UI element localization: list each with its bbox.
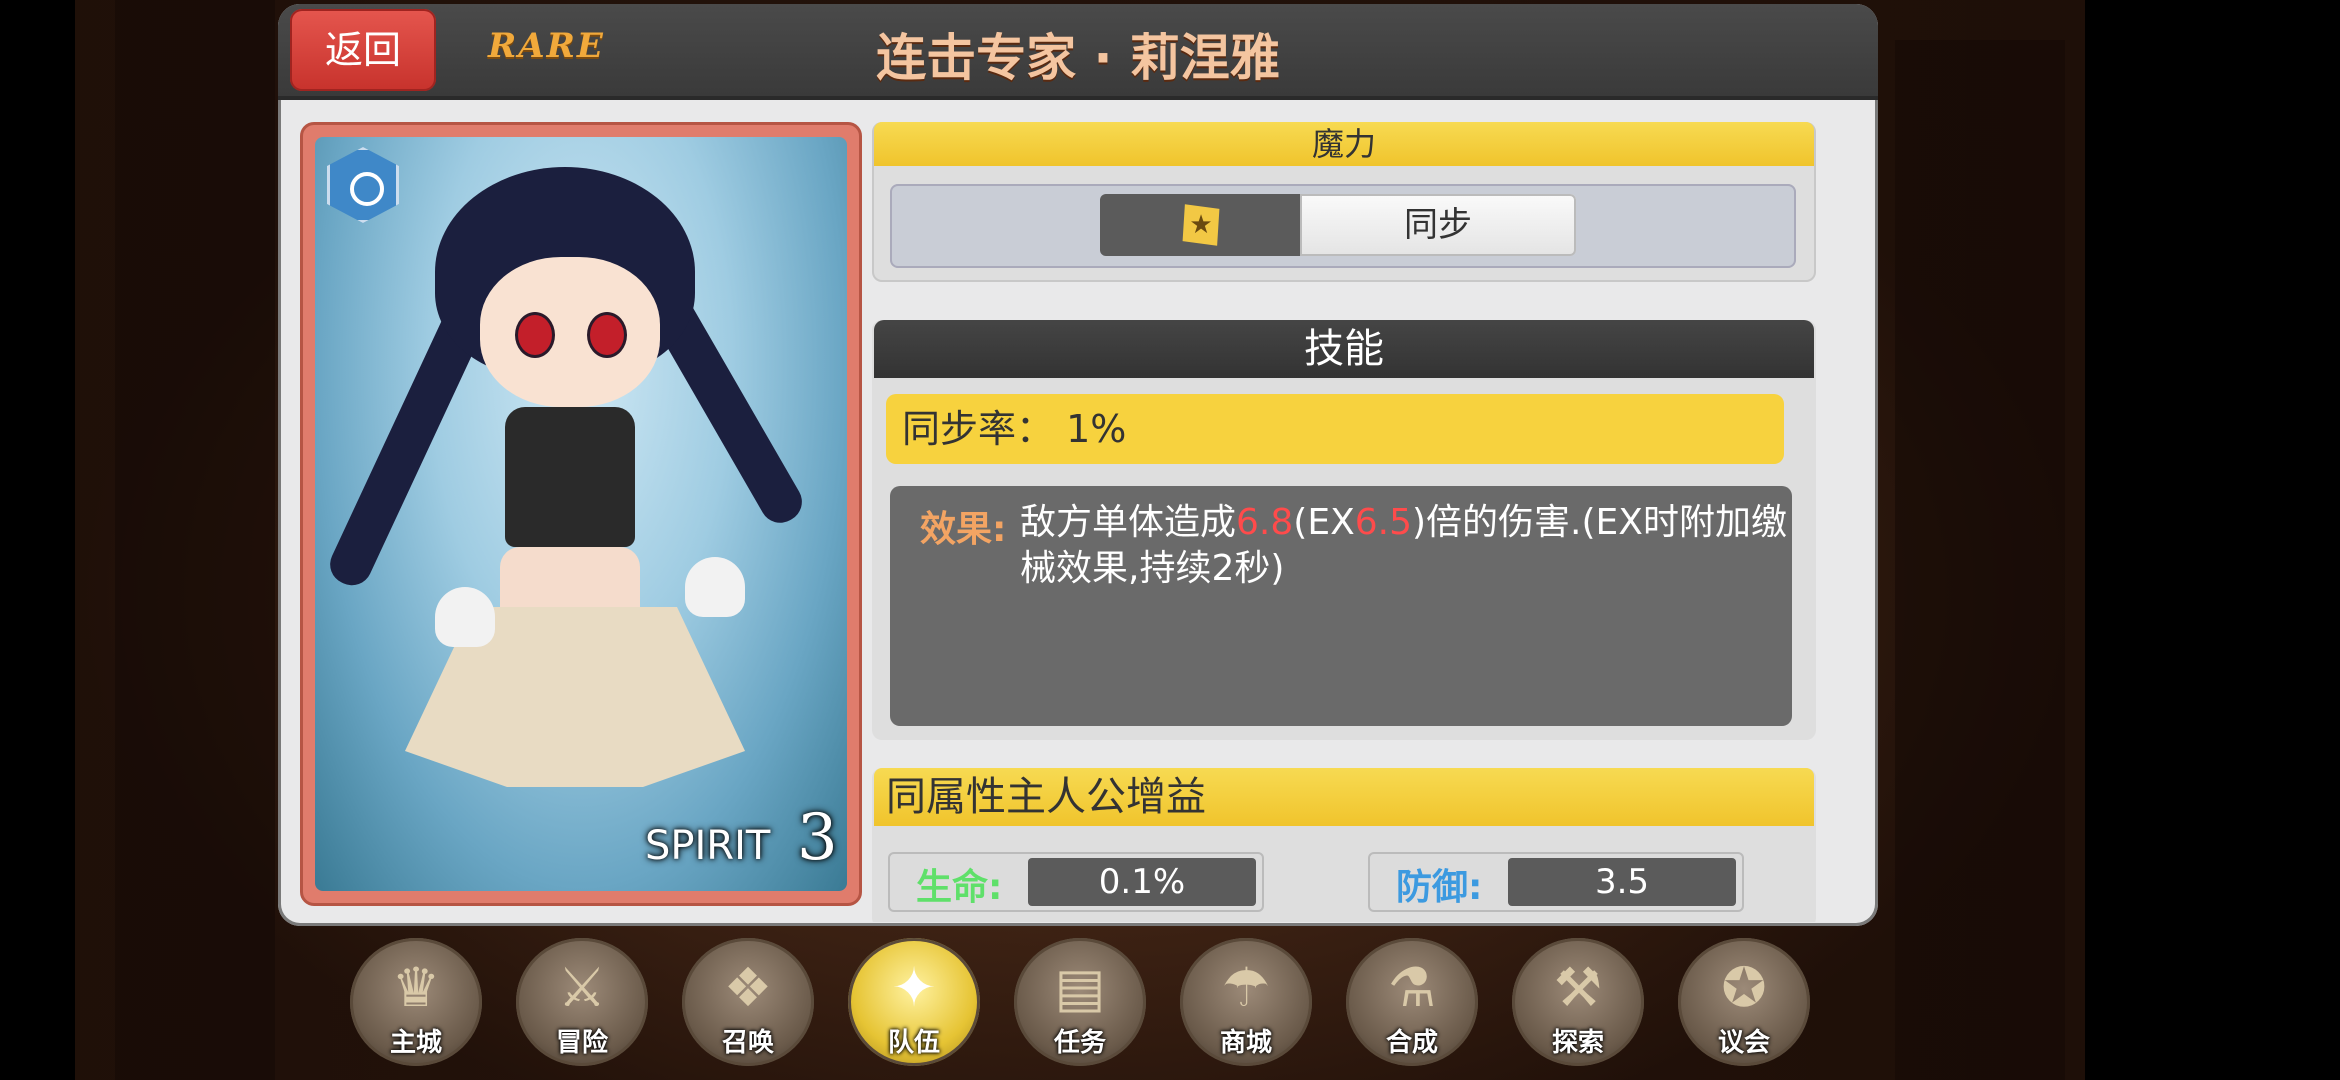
council-icon: ✪ [1721,956,1767,1019]
hp-stat: 生命: 0.1% [888,852,1264,912]
mana-section: 魔力 ★ 同步 [872,122,1816,282]
nav-synthesis[interactable]: ⚗ 合成 [1346,938,1478,1066]
nav-adventure[interactable]: ⚔ 冒险 [516,938,648,1066]
mana-toggle-track: ★ 同步 [890,184,1796,268]
upgrade-button[interactable]: ★ [1100,194,1300,256]
shop-icon: ☂ [1221,956,1271,1019]
buff-header: 同属性主人公增益 [874,768,1814,826]
sync-rate-value: 1% [1066,407,1127,451]
character-detail-window: 返回 RARE 连击专家 · 莉涅雅 SPIRIT 3 魔力 ★ 同步 技能 同… [278,4,1878,926]
effect-box: 效果: 敌方单体造成6.8(EX6.5)倍的伤害.(EX时附加缴械效果,持续2秒… [890,486,1792,726]
card-level: 3 [797,801,838,875]
explore-tools-icon: ⚒ [1553,956,1603,1019]
hp-value: 0.1% [1028,858,1256,906]
crown-icon: ♛ [391,956,441,1019]
sync-button[interactable]: 同步 [1300,194,1576,256]
nav-explore[interactable]: ⚒ 探索 [1512,938,1644,1066]
synthesis-icon: ⚗ [1387,956,1437,1019]
hp-label: 生命: [916,867,1003,908]
spirit-shield-icon [327,147,399,223]
character-portrait: SPIRIT 3 [315,137,847,891]
bottom-nav: ♛ 主城 ⚔ 冒险 ❖ 召唤 ✦ 队伍 ▤ 任务 ☂ 商城 ⚗ 合成 ⚒ 探索 … [350,938,1820,1068]
character-card[interactable]: SPIRIT 3 [300,122,862,906]
sync-rate-label: 同步率： [902,407,1055,451]
character-title: 连击专家 · 莉涅雅 [876,29,1280,87]
attribute-buff-section: 同属性主人公增益 生命: 0.1% 防御: 3.5 [872,768,1816,922]
nav-main-city[interactable]: ♛ 主城 [350,938,482,1066]
skill-header: 技能 [874,320,1814,378]
winged-emblem-icon: ✦ [891,956,937,1019]
nav-council[interactable]: ✪ 议会 [1678,938,1810,1066]
def-stat: 防御: 3.5 [1368,852,1744,912]
nav-summon[interactable]: ❖ 召唤 [682,938,814,1066]
nav-team[interactable]: ✦ 队伍 [848,938,980,1066]
nav-shop[interactable]: ☂ 商城 [1180,938,1312,1066]
mana-header: 魔力 [874,122,1814,166]
star-up-icon: ★ [1182,204,1220,246]
title-bar: 返回 RARE 连击专家 · 莉涅雅 [278,4,1878,100]
quest-book-icon: ▤ [1054,956,1106,1019]
def-label: 防御: [1396,867,1483,908]
card-attribute-label: SPIRIT [645,823,771,869]
summon-cards-icon: ❖ [723,956,773,1019]
skill-section: 技能 同步率： 1% 效果: 敌方单体造成6.8(EX6.5)倍的伤害.(EX时… [872,320,1816,740]
ex-damage-multiplier: 6.5 [1354,502,1412,543]
def-value: 3.5 [1508,858,1736,906]
damage-multiplier: 6.8 [1236,502,1294,543]
effect-label: 效果: [920,509,1007,550]
crossed-axes-icon: ⚔ [557,956,607,1019]
nav-quest[interactable]: ▤ 任务 [1014,938,1146,1066]
sync-rate-bar: 同步率： 1% [886,394,1784,464]
detail-panel[interactable]: 魔力 ★ 同步 技能 同步率： 1% 效果: 敌方单体造成6.8(EX6.5)倍… [872,122,1858,922]
effect-text: 敌方单体造成6.8(EX6.5)倍的伤害.(EX时附加缴械效果,持续2秒) [1020,502,1787,589]
